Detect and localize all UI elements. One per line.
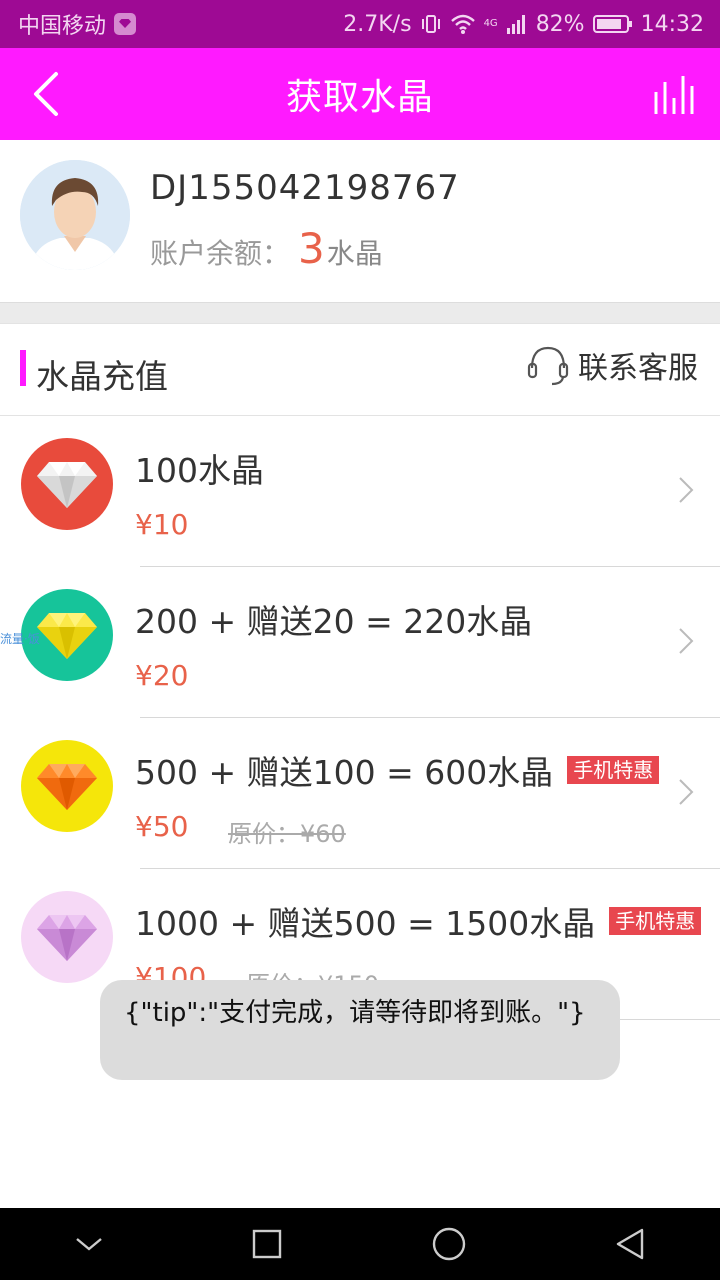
balance-label: 账户余额： [150,237,291,270]
gem-badge [21,740,113,832]
section-accent-bar [20,350,26,386]
network-type: 4G [483,17,498,29]
item-name-text: 200 + 赠送20 = 220水晶 [135,602,533,641]
item-price: ¥20 [135,659,189,692]
item-price: ¥10 [135,508,189,541]
list-item[interactable]: 500 + 赠送100 = 600水晶 手机特惠 ¥50 原价：¥60 [0,718,720,869]
battery-icon [592,15,632,33]
diamond-icon [37,613,97,659]
item-name: 1000 + 赠送500 = 1500水晶 手机特惠 [135,897,702,945]
watermark-text: 流量·饭 [0,632,40,646]
wifi-icon [450,14,475,34]
toast-message: {"tip":"支付完成，请等待即将到账。"} [100,980,620,1080]
divider [0,302,720,324]
screen: 中国移动 2.7K/s 4G 82% 14:32 获取水晶 DJ15504219… [0,0,720,1280]
app-notification-icon [114,13,137,35]
section-title: 水晶充值 [36,357,168,396]
gem-badge [21,438,113,530]
diamond-icon [37,764,97,810]
chevron-right-icon [679,477,694,503]
section-header: 水晶充值 联系客服 [0,324,720,416]
back-arrow-icon[interactable] [26,70,70,118]
contact-service-label: 联系客服 [578,351,698,386]
nav-down-icon[interactable] [74,1234,104,1254]
balance-value: 3 [298,224,325,273]
headset-icon [527,346,569,386]
list-item[interactable]: 200 + 赠送20 = 220水晶 ¥20 [0,567,720,718]
promo-tag: 手机特惠 [609,907,702,935]
item-name: 200 + 赠送20 = 220水晶 [135,595,532,643]
item-name: 500 + 赠送100 = 600水晶 手机特惠 [135,746,660,794]
nav-recents-icon[interactable] [251,1228,283,1260]
page-title: 获取水晶 [285,77,434,118]
nav-home-icon[interactable] [431,1226,467,1262]
item-name: 100水晶 [135,444,264,492]
battery-percent: 82% [535,11,585,37]
stats-bars-icon[interactable] [652,72,698,116]
item-name-text: 1000 + 赠送500 = 1500水晶 [135,904,596,943]
title-bar: 获取水晶 [0,48,720,140]
chevron-right-icon [679,779,694,805]
avatar[interactable] [20,160,130,270]
original-price: 原价：¥60 [228,820,346,848]
system-nav-bar [0,1208,720,1280]
contact-service-button[interactable]: 联系客服 [526,342,698,388]
avatar-person-icon [20,160,130,270]
profile-card: DJ155042198767 账户余额： 3 水晶 [0,140,720,302]
item-price: ¥50 [135,810,189,843]
chevron-right-icon [679,628,694,654]
item-name-text: 500 + 赠送100 = 600水晶 [135,753,554,792]
carrier-group: 中国移动 [18,8,137,40]
diamond-icon [37,462,97,508]
clock: 14:32 [640,11,704,37]
status-right: 2.7K/s 4G 82% 14:32 [343,12,704,37]
nav-back-icon[interactable] [614,1227,646,1261]
balance-row: 账户余额： 3 水晶 [150,224,383,273]
carrier-name: 中国移动 [18,14,107,39]
network-speed: 2.7K/s [343,11,412,37]
promo-tag: 手机特惠 [567,756,660,784]
vibrate-icon [421,15,440,33]
list-item[interactable]: 100水晶 ¥10 [0,416,720,567]
diamond-icon [37,915,97,961]
signal-icon [506,15,525,34]
account-id: DJ155042198767 [150,168,460,208]
gem-badge [21,891,113,983]
item-name-text: 100水晶 [135,451,264,490]
balance-unit: 水晶 [326,237,383,270]
status-bar: 中国移动 2.7K/s 4G 82% 14:32 [0,0,720,48]
